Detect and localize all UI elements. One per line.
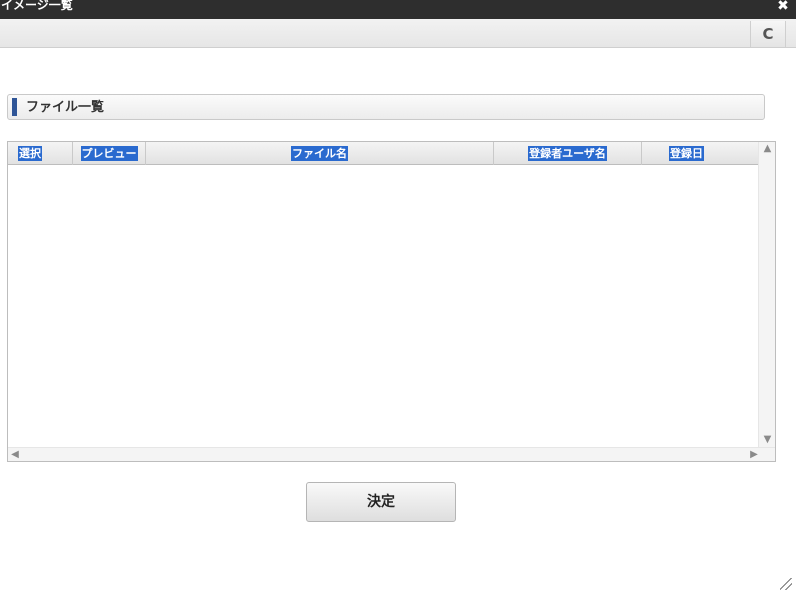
column-header-preview[interactable]: プレビュー: [73, 142, 146, 165]
resize-grip-icon[interactable]: [780, 578, 792, 590]
vertical-scrollbar[interactable]: ▲ ▼: [758, 142, 775, 447]
table-header: 選択 プレビュー ファイル名 登録者ユーザ名 登録日: [8, 142, 759, 165]
scroll-left-icon[interactable]: ◀: [8, 448, 22, 462]
column-label-date: 登録日: [669, 146, 704, 161]
window-titlebar: イメージ一覧 ✖: [0, 0, 796, 19]
scroll-right-icon[interactable]: ▶: [747, 448, 761, 462]
column-label-preview: プレビュー: [80, 146, 138, 161]
table-body: [8, 165, 759, 447]
close-icon[interactable]: ✖: [775, 0, 791, 15]
file-table: 選択 プレビュー ファイル名 登録者ユーザ名 登録日 ▲ ▼ ◀ ▶: [7, 141, 776, 462]
toolbar: C: [0, 19, 796, 48]
column-header-user[interactable]: 登録者ユーザ名: [494, 142, 642, 165]
horizontal-scrollbar[interactable]: ◀ ▶: [8, 447, 775, 461]
column-label-select: 選択: [18, 146, 42, 161]
file-list-title: ファイル一覧: [26, 100, 105, 115]
scroll-down-icon[interactable]: ▼: [759, 433, 776, 447]
decide-button[interactable]: 決定: [306, 482, 456, 522]
section-accent-bar: [12, 98, 17, 116]
column-header-select[interactable]: 選択: [8, 142, 73, 165]
column-header-date[interactable]: 登録日: [642, 142, 759, 165]
file-list-header: ファイル一覧: [7, 94, 765, 120]
scroll-up-icon[interactable]: ▲: [759, 142, 776, 156]
column-label-filename: ファイル名: [291, 146, 348, 161]
column-header-filename[interactable]: ファイル名: [146, 142, 494, 165]
window-title: イメージ一覧: [1, 0, 73, 12]
column-label-user: 登録者ユーザ名: [528, 146, 607, 161]
refresh-icon[interactable]: C: [750, 21, 786, 47]
